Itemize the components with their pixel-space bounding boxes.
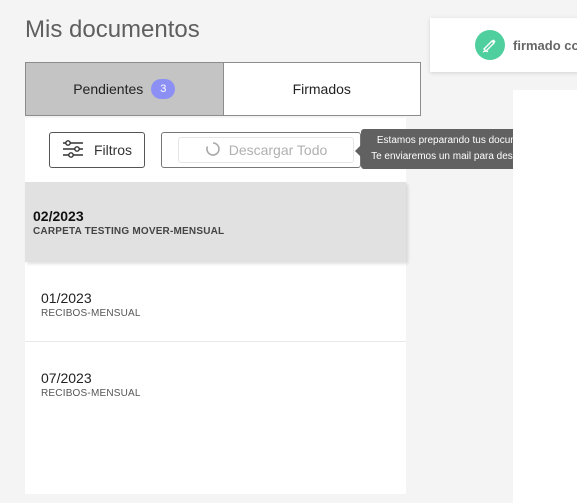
document-date: 01/2023 <box>41 290 92 306</box>
pending-count-badge: 3 <box>151 79 176 99</box>
list-item[interactable]: 02/2023 CARPETA TESTING MOVER-MENSUAL <box>25 182 406 262</box>
documents-panel: Filtros Descargar Todo 02/2023 CARPETA T… <box>25 118 406 494</box>
page-title: Mis documentos <box>25 16 200 43</box>
filters-button-label: Filtros <box>93 142 133 158</box>
spinner-icon <box>205 141 221 160</box>
tab-firmados[interactable]: Firmados <box>224 63 421 115</box>
tab-pendientes-label: Pendientes <box>73 81 144 97</box>
list-item[interactable]: 07/2023 RECIBOS-MENSUAL <box>25 342 406 422</box>
download-all-button[interactable]: Descargar Todo <box>161 132 361 168</box>
tooltip-arrow <box>355 145 361 157</box>
document-date: 07/2023 <box>41 370 92 386</box>
download-all-loading: Descargar Todo <box>178 137 354 163</box>
tab-bar: Pendientes 3 Firmados <box>25 62 421 116</box>
filters-button[interactable]: Filtros <box>49 132 145 168</box>
document-label: RECIBOS-MENSUAL <box>41 388 141 399</box>
tab-pendientes[interactable]: Pendientes 3 <box>26 63 224 115</box>
signature-pen-icon <box>475 30 505 60</box>
signed-status-card: firmado co <box>430 18 577 72</box>
signed-status-text: firmado co <box>513 37 577 53</box>
document-label: CARPETA TESTING MOVER-MENSUAL <box>33 226 225 237</box>
document-preview-pane <box>513 90 577 503</box>
list-item[interactable]: 01/2023 RECIBOS-MENSUAL <box>25 262 406 342</box>
tab-firmados-label: Firmados <box>292 81 351 97</box>
download-all-label: Descargar Todo <box>228 142 328 158</box>
sliders-icon <box>62 139 84 162</box>
document-date: 02/2023 <box>33 208 84 224</box>
document-label: RECIBOS-MENSUAL <box>41 308 141 319</box>
